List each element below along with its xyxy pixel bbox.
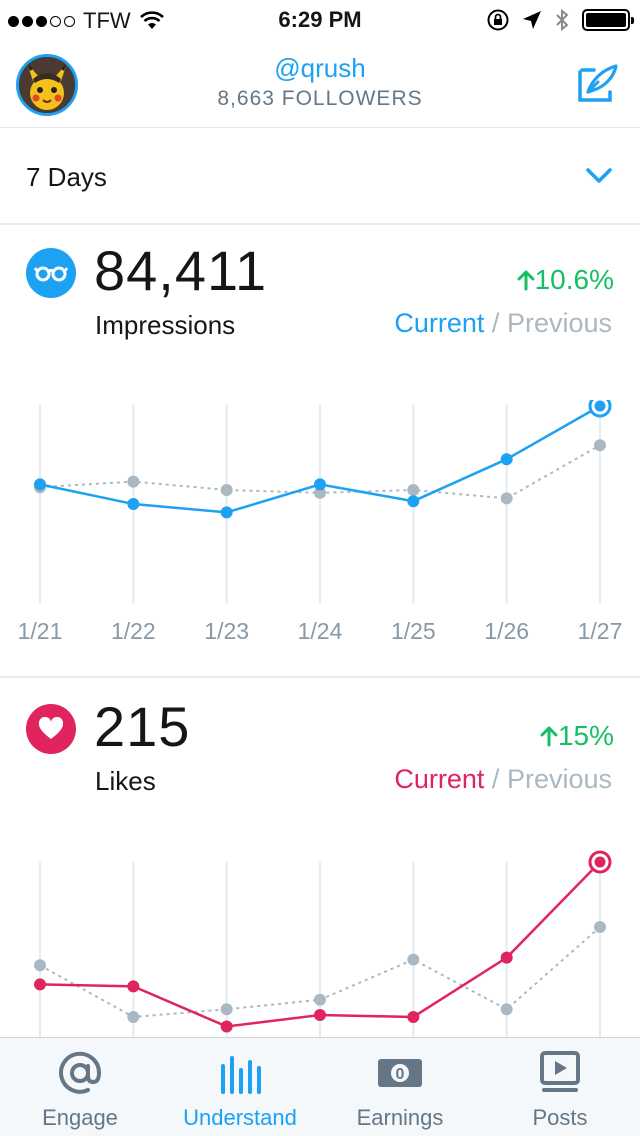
date-range-label: 7 Days — [26, 162, 107, 192]
data-point-current-latest-dot — [594, 400, 606, 412]
tab-engage[interactable]: Engage — [0, 1038, 160, 1136]
legend-current: Current — [394, 764, 485, 794]
x-tick-label: 1/27 — [578, 618, 623, 644]
data-point-current — [314, 1009, 326, 1022]
status-icons — [486, 8, 634, 32]
impressions-change-value: 10.6% — [534, 264, 614, 295]
data-point-current — [220, 1020, 233, 1033]
tab-bar: Engage Understand 0 Earnings Posts — [0, 1037, 640, 1136]
tab-earnings[interactable]: 0 Earnings — [320, 1038, 480, 1136]
x-tick-label: 1/25 — [391, 618, 436, 644]
rotation-lock-icon — [487, 9, 509, 31]
impressions-chart: 1/21 1/22 1/23 1/24 1/25 1/26 1/27 — [18, 400, 623, 644]
battery-icon — [582, 9, 634, 31]
status-bar: TFW 6:29 PM — [0, 0, 640, 40]
tab-label: Engage — [42, 1105, 118, 1130]
data-point-previous — [407, 484, 420, 496]
section-divider — [0, 676, 640, 678]
location-arrow-icon — [523, 11, 541, 29]
data-point-current — [34, 978, 46, 991]
x-tick-label: 1/23 — [204, 618, 249, 644]
x-tick-label: 1/21 — [18, 618, 63, 644]
account-header: @qrush 8,663 FOLLOWERS — [0, 40, 640, 128]
likes-value: 215 — [94, 695, 191, 758]
impressions-label: Impressions — [95, 310, 236, 340]
impressions-value: 84,411 — [94, 239, 268, 302]
data-point-current — [127, 980, 140, 993]
follower-count: 8,663 FOLLOWERS — [217, 87, 423, 110]
arrow-up-icon — [517, 270, 535, 291]
tab-label: Understand — [183, 1105, 297, 1130]
data-point-previous — [220, 1003, 233, 1016]
tab-label: Posts — [532, 1105, 588, 1130]
legend-separator: / — [491, 308, 500, 338]
legend-current: Current — [394, 308, 485, 338]
impressions-card: 84,411 Impressions 10.6% Current / Previ… — [0, 226, 640, 676]
data-point-previous — [594, 439, 606, 452]
tab-understand[interactable]: Understand — [160, 1038, 320, 1136]
arrow-up-icon — [540, 726, 558, 747]
data-point-previous — [594, 921, 606, 934]
date-range-selector[interactable]: 7 Days — [0, 128, 640, 225]
bluetooth-icon — [556, 8, 569, 32]
likes-chart — [34, 850, 612, 1037]
likes-card: 215 Likes 15% Current / Previous — [0, 682, 640, 1037]
likes-change: 15% — [540, 720, 614, 752]
data-point-current — [314, 478, 326, 491]
compose-icon[interactable] — [576, 62, 620, 106]
account-handle[interactable]: @qrush — [0, 52, 640, 84]
data-point-previous — [314, 993, 326, 1006]
data-point-previous — [34, 959, 46, 972]
heart-icon — [26, 704, 76, 754]
likes-legend: Current / Previous — [394, 764, 612, 795]
chevron-down-icon[interactable] — [584, 164, 614, 188]
data-point-previous — [500, 492, 513, 505]
data-point-previous — [407, 953, 420, 966]
tab-label: Earnings — [356, 1105, 444, 1130]
data-point-current — [127, 498, 140, 510]
video-post-icon — [540, 1051, 580, 1092]
tab-posts[interactable]: Posts — [480, 1038, 640, 1136]
data-point-previous — [220, 484, 233, 496]
data-point-previous — [127, 1010, 140, 1023]
svg-text:0: 0 — [396, 1066, 405, 1083]
impressions-change: 10.6% — [517, 264, 614, 296]
legend-separator: / — [491, 764, 500, 794]
at-icon — [59, 1051, 102, 1094]
data-point-current — [407, 1010, 420, 1023]
x-tick-label: 1/24 — [298, 618, 343, 644]
data-point-current-latest-dot — [594, 856, 606, 868]
data-point-current — [34, 478, 46, 491]
legend-previous: Previous — [506, 764, 612, 794]
data-point-current — [500, 453, 513, 466]
likes-change-value: 15% — [557, 720, 614, 751]
data-point-current — [500, 951, 513, 964]
x-tick-label: 1/26 — [484, 618, 529, 644]
data-point-previous — [127, 475, 140, 488]
impressions-legend: Current / Previous — [394, 308, 612, 339]
bar-chart-icon — [221, 1056, 261, 1094]
data-point-current — [220, 506, 233, 519]
likes-label: Likes — [95, 766, 156, 796]
money-icon: 0 — [378, 1059, 422, 1087]
legend-previous: Previous — [506, 308, 612, 338]
data-point-previous — [500, 1003, 513, 1016]
data-point-current — [407, 495, 420, 508]
glasses-icon — [26, 248, 76, 298]
account-info: @qrush 8,663 FOLLOWERS — [0, 52, 640, 114]
x-tick-label: 1/22 — [111, 618, 156, 644]
